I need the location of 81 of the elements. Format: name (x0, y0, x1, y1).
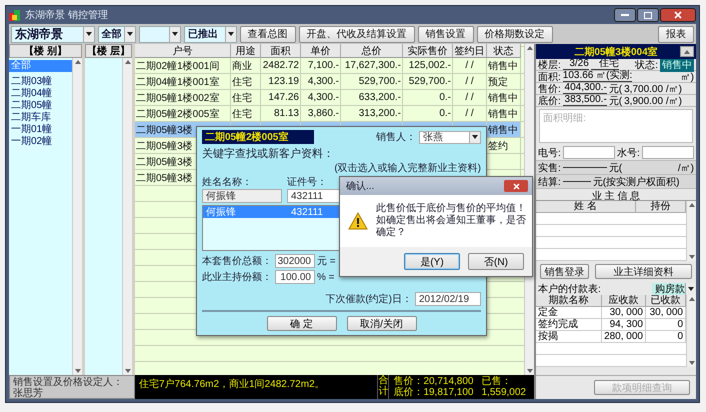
price-value: 404,300.- (562, 83, 607, 94)
table-cell: 住宅 (231, 90, 261, 106)
sold-label: 已售： (482, 376, 512, 387)
table-cell: 280, 000 (602, 331, 646, 343)
column-header: 姓 名 (536, 201, 636, 213)
table-cell: 二期02幢1楼001间 (135, 58, 231, 74)
column-header: 状态 (487, 44, 521, 58)
table-cell: 销售中 (487, 122, 521, 138)
table-cell: 销售中 (487, 90, 521, 106)
field-label: 面积: (538, 70, 561, 84)
table-cell: 商业 (231, 58, 261, 74)
table-cell: 二期05幢2楼005室 (135, 106, 231, 122)
sold-amount: 1,559,002 (482, 387, 526, 398)
floor-value: 3/26 (562, 59, 589, 70)
status-text: 销售设置及价格设定人：张思芳 (9, 375, 135, 399)
column-header: 实际售价 (403, 44, 453, 58)
confirm-message: 此售价低于底价与售价的平均值！ (376, 203, 526, 214)
field-label: 证件号： (287, 176, 327, 189)
unit-price-value: 3,700.00 /㎡) (624, 82, 682, 96)
column-header: 应收款 (602, 295, 646, 307)
column-header: 单价 (301, 44, 341, 58)
field-label: 销售人： (376, 131, 416, 144)
table-cell: 预定 (487, 74, 521, 90)
unit-label: 元( (608, 94, 622, 108)
column-header: 持份 (636, 201, 686, 213)
dialog-title: 二期05幢2楼005室 (202, 130, 314, 144)
list-header: 【楼 层】 (85, 44, 132, 58)
column-header: 签约日 (453, 44, 487, 58)
window-title: 东湖帝景 销控管理 (25, 8, 108, 22)
field-label: 水号: (617, 146, 640, 160)
dialog-title: 确认... (346, 180, 374, 193)
column-header: 已收款 (646, 295, 686, 307)
field-label: 电号: (538, 146, 561, 160)
hint-text: (双击选入或输入完整新业主资料) (334, 162, 481, 175)
table-cell: 定金 (536, 307, 602, 319)
unit-label: /㎡) (678, 162, 694, 174)
column-header: 期款名称 (536, 295, 602, 307)
column-header: 总价 (341, 44, 403, 58)
list-header: 【楼 别】 (9, 44, 82, 58)
confirm-message: 如确定售出将会通知王董事，是否确定？ (376, 215, 526, 239)
result-name: 何振锋 (206, 206, 237, 219)
table-cell: 住宅 (231, 74, 261, 90)
unit-price-value: 3,900.00 /㎡) (624, 94, 682, 108)
unit-label: 元( (608, 82, 622, 96)
floor-price-total: 底价：19,817,100 (393, 387, 474, 398)
field-label: 底价: (538, 94, 561, 108)
result-id: 432111 (291, 206, 323, 218)
field-label: 下次催款(约定)日： (325, 292, 412, 306)
table-cell: 住宅 (231, 106, 261, 122)
table-cell: 销售中 (487, 58, 521, 74)
unit-label: ㎡) (680, 70, 694, 84)
table-cell: 30, 000 (602, 307, 646, 319)
table-cell: 2482.72 (261, 58, 301, 74)
table-cell: 按揭 (536, 331, 602, 343)
field-label: 楼层: (538, 58, 561, 72)
total-label: 合计 (377, 375, 390, 399)
table-cell: 签约 (487, 138, 521, 154)
field-label: 此业主持份额： (202, 270, 273, 284)
list-price-total: 售价：20,714,800 (393, 376, 474, 387)
summary-text: 住宅7户764.76m2，商业1间2482.72m2。 (138, 378, 326, 392)
unit-label: 元(按实测户权面积) (592, 176, 680, 188)
unit-label: 元( (608, 162, 622, 174)
field-label: 结算: (538, 176, 561, 188)
column-header: 用途 (231, 44, 261, 58)
field-label: 本户的付款表: (538, 282, 601, 294)
field-label: 状态: (635, 58, 658, 72)
table-cell: 销售中 (487, 106, 521, 122)
table-cell: 二期04幢1楼001室 (135, 74, 231, 90)
field-label: 实售: (538, 162, 561, 174)
area-value: 103.66 ㎡(实测: (562, 71, 632, 82)
field-label: 售价: (538, 82, 561, 96)
unit-label: % = (317, 272, 335, 282)
price-value: 383,500.- (562, 95, 607, 106)
unit-label: 元 = (317, 255, 336, 268)
table-cell: 94, 300 (602, 319, 646, 331)
table-cell: 二期05幢1楼002室 (135, 90, 231, 106)
column-header: 户号 (135, 44, 231, 58)
table-cell: 签约完成 (536, 319, 602, 331)
field-label: 本套售价总额： (202, 254, 273, 268)
column-header: 面积 (261, 44, 301, 58)
unit-title: 二期05幢3楼004室 (574, 45, 658, 58)
